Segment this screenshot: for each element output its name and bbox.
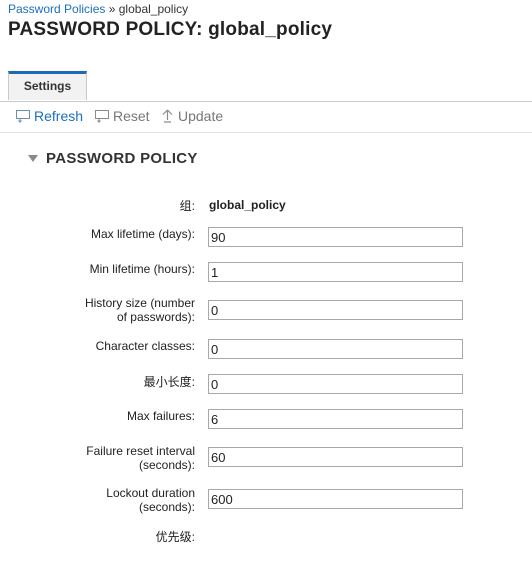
upload-arrow-icon <box>162 109 173 123</box>
failure-reset-label-line2: (seconds): <box>138 458 195 472</box>
tab-bar: Settings <box>0 71 532 102</box>
section-title: PASSWORD POLICY <box>46 150 198 167</box>
lockout-duration-label-line1: Lockout duration <box>106 486 195 500</box>
min-lifetime-input[interactable] <box>208 262 463 282</box>
failure-reset-input[interactable] <box>208 447 463 467</box>
collapse-triangle-icon <box>28 154 38 162</box>
history-size-input[interactable] <box>208 300 463 320</box>
refresh-label: Refresh <box>34 108 84 124</box>
page-title: PASSWORD POLICY: global_policy <box>8 19 332 41</box>
max-failures-label: Max failures: <box>126 409 195 423</box>
page-title-prefix: PASSWORD POLICY: <box>8 19 203 40</box>
group-value: global_policy <box>209 198 286 212</box>
priority-label: 优先级: <box>155 530 195 544</box>
history-size-label: History size (number of passwords): <box>85 296 195 324</box>
breadcrumb-separator: » <box>108 2 116 16</box>
breadcrumb: Password Policies » global_policy <box>8 2 188 16</box>
max-lifetime-input[interactable] <box>208 227 463 247</box>
refresh-button[interactable]: Refresh <box>16 108 83 124</box>
page-title-name: global_policy <box>208 19 333 40</box>
character-classes-input[interactable] <box>208 339 463 359</box>
reset-icon <box>95 109 109 123</box>
breadcrumb-password-policies-link[interactable]: Password Policies <box>8 2 105 16</box>
update-button[interactable]: Update <box>161 108 223 124</box>
update-label: Update <box>178 108 224 124</box>
lockout-duration-input[interactable] <box>208 489 463 509</box>
tab-settings[interactable]: Settings <box>8 71 87 100</box>
group-label: 组: <box>179 199 195 213</box>
lockout-duration-label-line2: (seconds): <box>138 500 195 514</box>
history-size-label-line1: History size (number <box>84 296 195 310</box>
min-length-input[interactable] <box>208 374 463 394</box>
breadcrumb-current: global_policy <box>118 2 189 16</box>
reset-label: Reset <box>113 108 150 124</box>
failure-reset-label-line1: Failure reset interval <box>86 444 195 458</box>
lockout-duration-label: Lockout duration (seconds): <box>106 486 195 514</box>
character-classes-label: Character classes: <box>95 339 195 353</box>
refresh-icon <box>16 109 30 123</box>
min-length-label: 最小长度: <box>143 375 195 389</box>
failure-reset-label: Failure reset interval (seconds): <box>86 444 195 472</box>
history-size-label-line2: of passwords): <box>116 310 195 324</box>
max-lifetime-label: Max lifetime (days): <box>90 227 195 241</box>
reset-button[interactable]: Reset <box>95 108 150 124</box>
min-lifetime-label: Min lifetime (hours): <box>89 262 195 276</box>
action-toolbar: Refresh Reset Update <box>0 103 532 133</box>
max-failures-input[interactable] <box>208 409 463 429</box>
section-header[interactable]: PASSWORD POLICY <box>28 150 198 167</box>
